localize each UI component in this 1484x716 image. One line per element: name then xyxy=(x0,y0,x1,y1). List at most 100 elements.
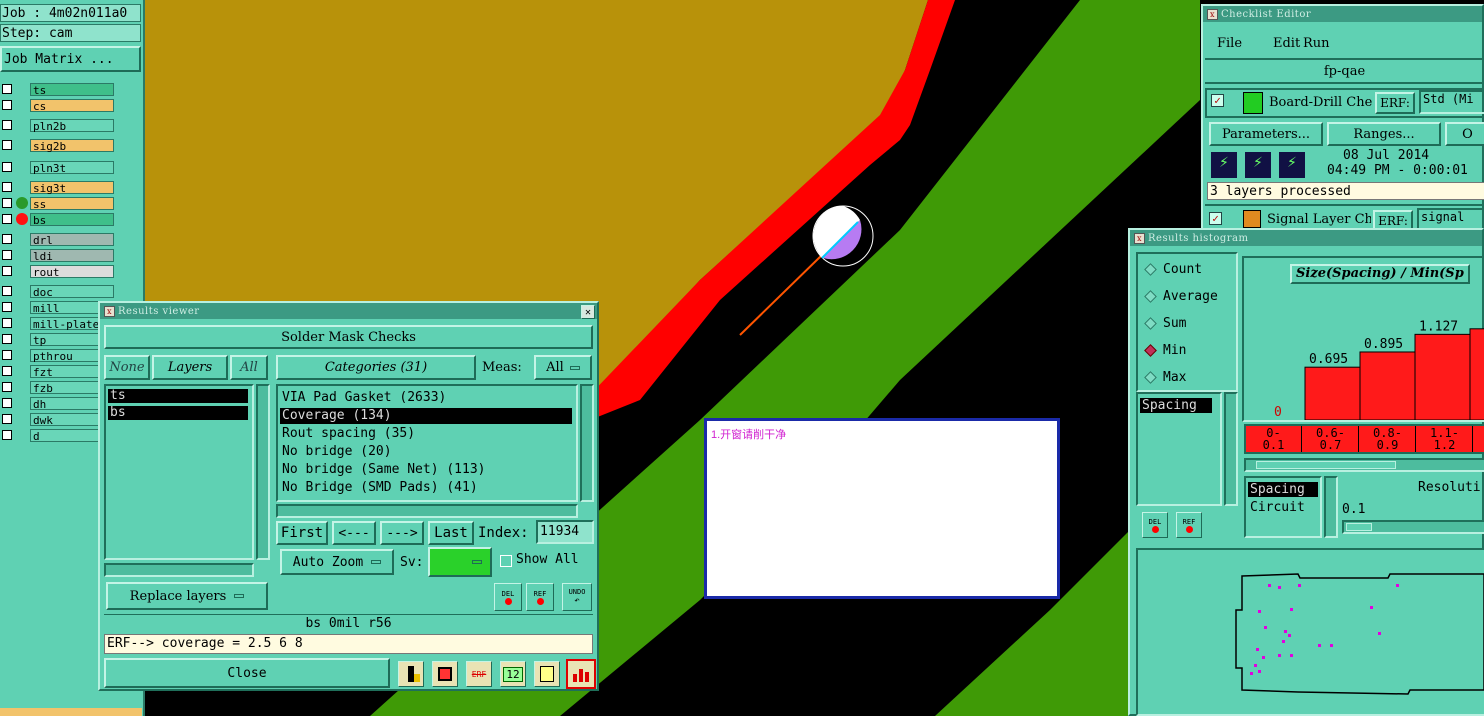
annotation-note[interactable]: 1.开窗请削干净 xyxy=(704,418,1060,599)
layer-row[interactable]: fzb xyxy=(0,380,114,395)
layer-row[interactable]: dh xyxy=(0,396,114,411)
auto-zoom-dropdown[interactable]: Auto Zoom xyxy=(280,549,394,575)
histogram-bar[interactable] xyxy=(1304,366,1361,420)
category-item[interactable]: VIA Pad Gasket (2633) xyxy=(280,390,572,406)
layer-row[interactable]: pln2b xyxy=(0,118,114,133)
resolution-slider[interactable] xyxy=(1342,520,1484,534)
prev-button[interactable]: <--- xyxy=(332,521,376,545)
layer-checkbox[interactable] xyxy=(2,366,12,376)
layer-checkbox[interactable] xyxy=(2,140,12,150)
del-button[interactable]: DEL xyxy=(1142,512,1168,538)
layer-checkbox[interactable] xyxy=(2,266,12,276)
checkbox-checked-icon[interactable]: ✓ xyxy=(1211,94,1224,107)
results-histogram-titlebar[interactable]: x Results histogram xyxy=(1130,230,1482,246)
layer-row[interactable]: bs xyxy=(0,212,114,227)
layer-checkbox[interactable] xyxy=(2,334,12,344)
close-button[interactable]: Close xyxy=(104,658,390,688)
layer-row[interactable]: pln3t xyxy=(0,160,114,175)
show-all-checkbox[interactable] xyxy=(500,555,512,567)
window-menu-icon[interactable]: x xyxy=(1134,232,1145,244)
job-matrix-button[interactable]: Job Matrix ... xyxy=(0,46,141,72)
del-button[interactable]: DEL xyxy=(494,583,522,611)
mode-radio-average[interactable]: Average xyxy=(1142,287,1218,305)
counter-icon[interactable]: 12 xyxy=(500,661,526,687)
window-close-button[interactable]: ✕ xyxy=(581,305,595,319)
parameters-button[interactable]: Parameters... xyxy=(1209,122,1323,146)
layer-row[interactable]: sig3t xyxy=(0,180,114,195)
window-menu-icon[interactable]: x xyxy=(1207,8,1218,20)
layer-row[interactable]: pthrou xyxy=(0,348,114,363)
category-item[interactable]: No bridge (20) xyxy=(280,444,572,460)
histogram-type-list[interactable]: Spacing Circuit xyxy=(1244,476,1322,538)
layer-row[interactable]: dwk xyxy=(0,412,114,427)
histogram-bar[interactable] xyxy=(1469,328,1484,420)
run-icon[interactable]: ⚡ xyxy=(1211,152,1237,178)
layer-checkbox[interactable] xyxy=(2,120,12,130)
layer-row[interactable]: sig2b xyxy=(0,138,114,153)
ranges-button[interactable]: Ranges... xyxy=(1327,122,1441,146)
list-item[interactable]: ts xyxy=(108,389,248,403)
layer-checkbox[interactable] xyxy=(2,318,12,328)
list-item[interactable]: Spacing xyxy=(1140,398,1212,413)
list-item[interactable]: Circuit xyxy=(1248,500,1318,515)
layer-checkbox[interactable] xyxy=(2,214,12,224)
menu-edit[interactable]: Edit xyxy=(1273,36,1300,51)
layer-row[interactable]: ldi xyxy=(0,248,114,263)
mode-radio-count[interactable]: Count xyxy=(1142,260,1202,278)
type-list-vscroll[interactable] xyxy=(1324,476,1338,538)
layer-name[interactable]: bs xyxy=(30,212,114,227)
meas-dropdown[interactable]: All xyxy=(534,355,592,380)
layer-row[interactable]: drl xyxy=(0,232,114,247)
layer-row[interactable]: ss xyxy=(0,196,114,211)
layer-row[interactable]: rout xyxy=(0,264,114,279)
histogram-hscroll[interactable] xyxy=(1244,458,1484,472)
category-list-vscroll[interactable] xyxy=(580,384,594,502)
layer-checkbox[interactable] xyxy=(2,430,12,440)
histogram-metric-list[interactable]: Spacing xyxy=(1136,392,1222,506)
none-button[interactable]: None xyxy=(104,355,150,380)
layer-checkbox[interactable] xyxy=(2,100,12,110)
histogram-icon[interactable] xyxy=(566,659,596,689)
ruler-icon[interactable] xyxy=(398,661,424,687)
list-item[interactable]: Spacing xyxy=(1248,482,1318,497)
layers-button[interactable]: Layers xyxy=(152,355,228,380)
layer-checkbox[interactable] xyxy=(2,198,12,208)
layer-checkbox[interactable] xyxy=(2,250,12,260)
layer-checkbox[interactable] xyxy=(2,302,12,312)
ref-button[interactable]: REF xyxy=(526,583,554,611)
layer-checkbox[interactable] xyxy=(2,350,12,360)
layer-row[interactable]: tp xyxy=(0,332,114,347)
layer-checkbox[interactable] xyxy=(2,182,12,192)
category-list[interactable]: VIA Pad Gasket (2633) Coverage (134) Rout … xyxy=(276,384,578,502)
layer-checkbox[interactable] xyxy=(2,286,12,296)
layer-row[interactable]: cs xyxy=(0,98,114,113)
last-button[interactable]: Last xyxy=(428,521,474,545)
layer-checkbox[interactable] xyxy=(2,398,12,408)
replace-layers-dropdown[interactable]: Replace layers xyxy=(106,582,268,610)
menu-run[interactable]: Run xyxy=(1303,36,1330,51)
mode-radio-min[interactable]: Min xyxy=(1142,341,1186,359)
menu-file[interactable]: File xyxy=(1217,36,1242,51)
index-input[interactable]: 11934 xyxy=(536,520,594,544)
checkbox-checked-icon[interactable]: ✓ xyxy=(1209,212,1222,225)
mode-radio-max[interactable]: Max xyxy=(1142,368,1186,386)
category-item[interactable]: No bridge (Same Net) (113) xyxy=(280,462,572,478)
layer-checkbox[interactable] xyxy=(2,84,12,94)
layer-row[interactable]: d xyxy=(0,428,114,443)
layer-row[interactable]: fzt xyxy=(0,364,114,379)
histogram-bar[interactable] xyxy=(1414,333,1471,420)
category-item[interactable]: Coverage (134) xyxy=(280,408,572,424)
layer-row[interactable]: mill-plate xyxy=(0,316,114,331)
list-item[interactable]: bs xyxy=(108,406,248,420)
layer-name[interactable]: ts xyxy=(30,82,114,97)
layer-name[interactable]: doc xyxy=(30,284,114,299)
category-list-hscroll[interactable] xyxy=(276,504,578,518)
layer-name[interactable]: cs xyxy=(30,98,114,113)
run-icon[interactable]: ⚡ xyxy=(1245,152,1271,178)
other-button[interactable]: O xyxy=(1445,122,1484,146)
layer-checkbox[interactable] xyxy=(2,162,12,172)
layer-row[interactable]: doc xyxy=(0,284,114,299)
layer-checkbox[interactable] xyxy=(2,382,12,392)
layer-name[interactable]: rout xyxy=(30,264,114,279)
metric-list-vscroll[interactable] xyxy=(1224,392,1238,506)
